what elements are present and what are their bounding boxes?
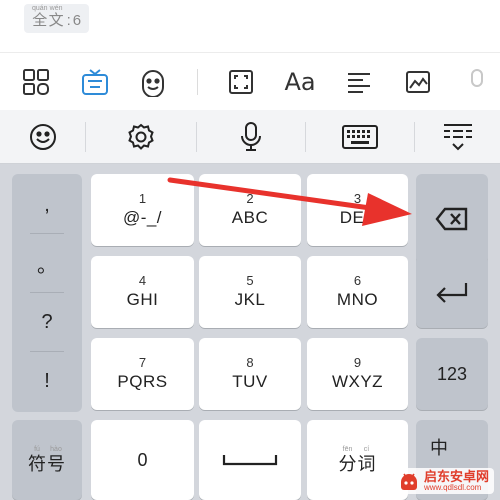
microphone-icon[interactable]	[197, 110, 305, 164]
keyboard-icon[interactable]	[78, 65, 112, 99]
image-icon[interactable]	[401, 65, 435, 99]
key-7[interactable]: 7 PQRS	[91, 338, 194, 410]
ruby-char: quán 全	[32, 5, 48, 29]
key-9[interactable]: 9 WXYZ	[307, 338, 408, 410]
align-left-icon[interactable]	[342, 65, 376, 99]
word-count-value: 6	[72, 12, 82, 29]
key-5[interactable]: 5 JKL	[199, 256, 301, 328]
word-count-badge: quán 全 wén 文 : 6	[24, 4, 90, 33]
number-switch-key[interactable]: 123	[416, 338, 488, 410]
font-icon[interactable]: Aa	[283, 65, 317, 99]
key-0[interactable]: 0	[91, 420, 194, 500]
key-1[interactable]: 1 @-_/	[91, 174, 194, 246]
punct-exclaim-key[interactable]: !	[12, 352, 82, 410]
editor-area: quán 全 wén 文 : 6	[0, 0, 500, 52]
ime-keyboard: , 。 ? ! 1 @-_/ 2 ABC 3 DEF 4 GHI 5 JKL 6…	[0, 110, 500, 500]
backspace-key[interactable]	[416, 174, 488, 264]
emoji-face-icon[interactable]	[136, 65, 170, 99]
key-4[interactable]: 4 GHI	[91, 256, 194, 328]
smiley-icon[interactable]	[0, 110, 85, 164]
punct-comma-key[interactable]: ,	[12, 176, 82, 234]
ruby-char: wén 文	[48, 5, 64, 29]
keyboard-function-row	[0, 110, 500, 164]
space-icon	[222, 455, 278, 466]
enter-key[interactable]	[416, 256, 488, 328]
backspace-icon	[435, 207, 468, 231]
microphone-icon[interactable]	[460, 65, 494, 99]
toolbar-divider	[197, 69, 198, 95]
apps-icon[interactable]	[19, 65, 53, 99]
keyboard-icon[interactable]	[306, 110, 414, 164]
punct-period-key[interactable]: 。	[12, 234, 82, 292]
space-key[interactable]	[199, 420, 301, 500]
gear-icon[interactable]	[86, 110, 196, 164]
symbol-key[interactable]: fú 符 hào 号	[12, 420, 82, 500]
key-2[interactable]: 2 ABC	[199, 174, 301, 246]
editor-toolbar: Aa	[0, 52, 500, 110]
collapse-keyboard-icon[interactable]	[415, 110, 500, 164]
key-8[interactable]: 8 TUV	[199, 338, 301, 410]
watermark: 启东安卓网 www.qdlsdl.com	[392, 468, 494, 494]
key-3[interactable]: 3 DEF	[307, 174, 408, 246]
key-6[interactable]: 6 MNO	[307, 256, 408, 328]
punctuation-column: , 。 ? !	[12, 174, 82, 412]
punct-question-key[interactable]: ?	[12, 293, 82, 351]
enter-icon	[436, 283, 468, 303]
fullscreen-icon[interactable]	[224, 65, 258, 99]
logo-icon	[400, 473, 417, 490]
